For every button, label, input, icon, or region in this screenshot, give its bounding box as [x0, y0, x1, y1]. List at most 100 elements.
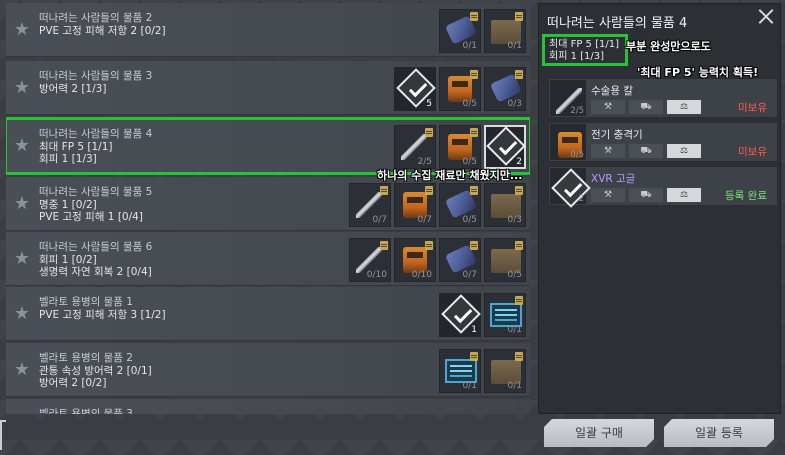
material-status: 미보유 [738, 146, 767, 158]
slot-count: 0/5 [462, 157, 477, 167]
material-slot[interactable]: 0/7 [439, 238, 481, 282]
material-slot[interactable]: 0/5 [484, 238, 526, 282]
collection-row[interactable]: ★ 떠나려는 사람들의 물품 5 명중 1 [0/2] PVE 고정 피해 1 [0/… [6, 177, 530, 231]
row-stat-line: 관통 속성 방어력 2 [0/1] [39, 364, 152, 377]
material-slot[interactable]: 0/7 [394, 183, 436, 227]
favorite-star-icon[interactable]: ★ [12, 78, 32, 98]
slot-count: 1 [471, 325, 477, 335]
row-stat-line: 방어력 2 [1/3] [39, 82, 107, 95]
material-slots: 2/5 0/5 2 [394, 125, 526, 169]
row-stat-line: PVE 고정 피해 저항 3 [1/2] [39, 308, 166, 321]
collection-row[interactable]: ★ 벨라토 용병의 물품 2 관통 속성 방어력 2 [0/1] 방어력 2 [0/2… [6, 343, 530, 397]
material-slot[interactable]: 0/10 [349, 238, 391, 282]
collection-row[interactable]: ★ 떠나려는 사람들의 물품 2 PVE 고정 피해 저항 2 [0/2] 0/1 0/… [6, 3, 530, 57]
close-icon[interactable] [758, 8, 774, 24]
material-icon-box: 0/5 [550, 124, 586, 160]
cart-icon[interactable]: ⛟ [629, 144, 663, 158]
material-slot[interactable]: 0/10 [394, 238, 436, 282]
slot-count: 2/5 [417, 157, 432, 167]
material-slots: 1 0/1 [439, 293, 526, 337]
material-slot[interactable]: 0/1 [439, 349, 481, 393]
material-slot[interactable]: 1 [439, 293, 481, 337]
collection-row[interactable]: ★벨라토 용병의 물품 3 [6, 399, 530, 414]
row-title: 떠나려는 사람들의 물품 5 [39, 186, 153, 198]
material-slot[interactable]: 0/1 [484, 293, 526, 337]
material-name: 전기 충격기 [591, 129, 643, 141]
favorite-star-icon[interactable]: ★ [12, 360, 32, 380]
material-entry[interactable]: 2/5 수술용 칼 ⚒ ⛟ ⚖ 미보유 [548, 78, 778, 118]
material-tools: ⚒ ⛟ ⚖ [591, 188, 701, 202]
row-text: 떠나려는 사람들의 물품 6 회피 1 [0/2] 생명력 자연 회복 2 [0/4… [39, 241, 152, 279]
material-status: 등록 완료 [725, 190, 767, 202]
slot-count: 0/1 [462, 381, 477, 391]
material-count: 2/5 [570, 106, 584, 116]
slot-count: 5 [426, 99, 432, 109]
material-name: 수술용 칼 [591, 85, 633, 97]
frame-corner [0, 420, 6, 450]
material-slot[interactable]: 0/7 [349, 183, 391, 227]
material-slot[interactable]: 0/1 [484, 9, 526, 53]
material-slots: 0/1 0/1 [439, 9, 526, 53]
material-slot[interactable]: 2 [484, 125, 526, 169]
hammer-icon[interactable]: ⚒ [591, 188, 625, 202]
info-tag-icon [515, 12, 523, 21]
material-slot[interactable]: 5 [394, 67, 436, 111]
material-slot[interactable]: 0/1 [439, 9, 481, 53]
slot-count: 0/1 [507, 381, 522, 391]
material-slot[interactable]: 0/5 [439, 125, 481, 169]
detail-stat-line: 최대 FP 5 [1/1] [549, 39, 619, 50]
scale-icon[interactable]: ⚖ [667, 188, 701, 202]
material-entry[interactable]: 2 XVR 고글 ⚒ ⛟ ⚖ 등록 완료 [548, 166, 778, 208]
hammer-icon[interactable]: ⚒ [591, 144, 625, 158]
bulk-buy-button[interactable]: 일괄 구매 [544, 419, 654, 447]
slot-count: 0/10 [366, 270, 387, 280]
hammer-icon[interactable]: ⚒ [591, 100, 625, 114]
material-slot[interactable]: 2/5 [394, 125, 436, 169]
material-slot[interactable]: 0/3 [484, 67, 526, 111]
detail-stat-box: 최대 FP 5 [1/1] 회피 1 [1/3] [542, 34, 628, 66]
slot-count: 0/7 [372, 215, 387, 225]
slot-count: 0/1 [507, 41, 522, 51]
favorite-star-icon[interactable]: ★ [12, 304, 32, 324]
favorite-star-icon[interactable]: ★ [12, 20, 32, 40]
info-tag-icon [470, 128, 478, 137]
favorite-star-icon[interactable]: ★ [12, 136, 32, 156]
info-tag-icon [425, 186, 433, 195]
slot-count: 0/1 [507, 325, 522, 335]
material-slot[interactable]: 0/5 [439, 183, 481, 227]
info-tag-icon [380, 186, 388, 195]
collection-row[interactable]: ★ 떠나려는 사람들의 물품 3 방어력 2 [1/3] 5 0/5 0/3 [6, 61, 530, 115]
collection-row[interactable]: ★ 떠나려는 사람들의 물품 4 최대 FP 5 [1/1] 회피 1 [1/3] 2/… [6, 117, 530, 175]
scale-icon[interactable]: ⚖ [667, 100, 701, 114]
collection-list: ★ 떠나려는 사람들의 물품 2 PVE 고정 피해 저항 2 [0/2] 0/1 0/… [6, 3, 530, 414]
annotation-one-item: 하나의 수집 재료만 채웠지만... [377, 169, 523, 182]
cart-icon[interactable]: ⛟ [629, 100, 663, 114]
info-tag-icon [515, 70, 523, 79]
slot-count: 0/5 [462, 215, 477, 225]
favorite-star-icon[interactable]: ★ [12, 249, 32, 269]
monitor-icon [490, 303, 522, 327]
material-tools: ⚒ ⛟ ⚖ [591, 144, 701, 158]
row-stat-line: PVE 고정 피해 1 [0/4] [39, 211, 143, 223]
collection-row[interactable]: ★ 벨라토 용병의 물품 1 PVE 고정 피해 저항 3 [1/2] 1 0/1 [6, 287, 530, 341]
scale-icon[interactable]: ⚖ [667, 144, 701, 158]
row-text: 벨라토 용병의 물품 1 PVE 고정 피해 저항 3 [1/2] [39, 296, 166, 321]
material-slot[interactable]: 0/5 [439, 67, 481, 111]
collection-row[interactable]: ★ 떠나려는 사람들의 물품 6 회피 1 [0/2] 생명력 자연 회복 2 [0/… [6, 232, 530, 286]
row-title: 떠나려는 사람들의 물품 4 [39, 128, 153, 140]
bulk-register-button[interactable]: 일괄 등록 [664, 419, 774, 447]
material-slot[interactable]: 0/1 [484, 349, 526, 393]
slot-count: 0/10 [411, 270, 432, 280]
material-slots: 0/10 0/10 0/7 0/5 [349, 238, 526, 282]
row-text: 떠나려는 사람들의 물품 2 PVE 고정 피해 저항 2 [0/2] [39, 12, 166, 37]
material-slot[interactable]: 0/3 [484, 183, 526, 227]
cart-icon[interactable]: ⛟ [629, 188, 663, 202]
row-stat-line: 회피 1 [1/3] [39, 153, 97, 165]
material-tools: ⚒ ⛟ ⚖ [591, 100, 701, 114]
material-entry[interactable]: 0/5 전기 충격기 ⚒ ⛟ ⚖ 미보유 [548, 122, 778, 162]
favorite-star-icon[interactable]: ★ [12, 194, 32, 214]
slot-count: 0/7 [462, 270, 477, 280]
slot-count: 0/3 [507, 99, 522, 109]
row-stat-line: 명중 1 [0/2] [39, 198, 97, 211]
info-tag-icon [425, 128, 433, 137]
